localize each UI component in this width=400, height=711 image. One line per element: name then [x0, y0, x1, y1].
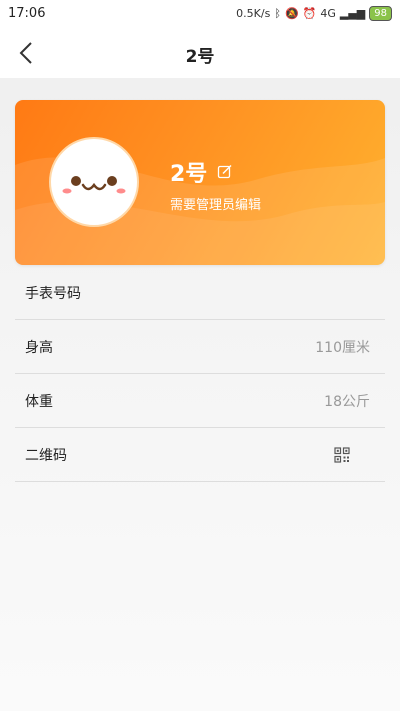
row-label-watch-number: 手表号码 [25, 285, 81, 302]
alarm-icon: ⏰ [302, 7, 317, 20]
edit-icon[interactable] [217, 164, 233, 180]
row-label-weight: 体重 [25, 393, 53, 410]
row-height[interactable]: 身高 110厘米 [15, 320, 385, 374]
signal-icon: ▂▄▆ [339, 7, 366, 20]
profile-subtitle: 需要管理员编辑 [170, 198, 262, 213]
network-type: 4G [320, 7, 336, 20]
row-value-weight: 18公斤 [324, 393, 370, 410]
info-list: 手表号码 身高 110厘米 体重 18公斤 二维码 [15, 266, 385, 482]
page-title: 2号 [185, 47, 215, 67]
row-value-height: 110厘米 [315, 339, 370, 356]
status-time: 17:06 [8, 6, 46, 21]
mute-icon: 🔕 [284, 7, 299, 20]
bluetooth-icon: ᛒ [274, 7, 281, 20]
navigation-bar: 2号 [0, 28, 400, 78]
profile-name: 2号 [170, 162, 208, 187]
kaomoji-face-icon [62, 176, 126, 194]
battery-indicator: 98 [369, 6, 392, 21]
qr-code-icon[interactable] [334, 446, 350, 463]
row-qr-code[interactable]: 二维码 [15, 428, 385, 482]
avatar[interactable] [49, 137, 139, 227]
status-bar: 17:06 0.5K/s ᛒ 🔕 ⏰ 4G ▂▄▆ 98 [0, 0, 400, 28]
row-label-height: 身高 [25, 339, 53, 356]
row-weight[interactable]: 体重 18公斤 [15, 374, 385, 428]
profile-card: 2号 需要管理员编辑 [15, 100, 385, 265]
network-speed: 0.5K/s [236, 7, 271, 20]
profile-name-row: 2号 [170, 156, 233, 188]
row-label-qr-code: 二维码 [25, 447, 67, 464]
row-watch-number[interactable]: 手表号码 [15, 266, 385, 320]
status-indicators: 0.5K/s ᛒ 🔕 ⏰ 4G ▂▄▆ 98 [236, 6, 392, 21]
